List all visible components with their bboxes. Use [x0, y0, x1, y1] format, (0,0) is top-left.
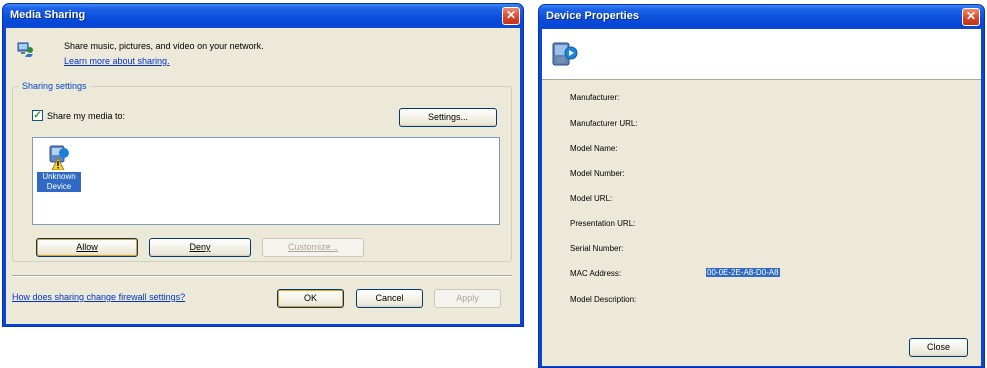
model-name-label: Model Name: [570, 144, 618, 153]
device-list[interactable]: Unknown Device [32, 137, 500, 225]
settings-button[interactable]: Settings... [399, 108, 497, 127]
sharing-settings-legend: Sharing settings [19, 81, 90, 91]
device-properties-close-button[interactable]: ✕ [962, 8, 980, 26]
close-button[interactable]: Close [909, 338, 968, 357]
model-description-label: Model Description: [570, 295, 637, 304]
customize-button-label: Customize... [287, 242, 338, 252]
allow-button[interactable]: Allow [36, 238, 138, 257]
model-number-label: Model Number: [570, 169, 625, 178]
apply-button: Apply [434, 289, 501, 308]
intro-text: Share music, pictures, and video on your… [64, 41, 264, 51]
learn-more-link[interactable]: Learn more about sharing. [64, 56, 170, 66]
close-icon: ✕ [505, 8, 517, 22]
deny-button[interactable]: Deny [149, 238, 251, 257]
checkmark-icon: ✓ [33, 110, 42, 121]
unknown-device-icon [47, 144, 71, 171]
serial-number-label: Serial Number: [570, 244, 624, 253]
presentation-url-label: Presentation URL: [570, 219, 636, 228]
media-sharing-close-button[interactable]: ✕ [502, 7, 520, 25]
customize-button: Customize... [262, 238, 364, 257]
cancel-button[interactable]: Cancel [356, 289, 423, 308]
device-name-label: Unknown Device [37, 172, 81, 192]
device-properties-titlebar[interactable]: Device Properties ✕ [539, 5, 984, 29]
mac-address-label: MAC Address: [570, 269, 622, 278]
firewall-settings-link[interactable]: How does sharing change firewall setting… [12, 292, 185, 302]
mac-address-value[interactable]: 00-0E-2E-A8-D0-A8 [706, 268, 780, 277]
share-media-label[interactable]: Share my media to: [47, 111, 125, 121]
close-icon: ✕ [965, 9, 977, 23]
device-name-line2: Device [46, 182, 72, 191]
media-sharing-window: Media Sharing ✕ Share music, pictures, a… [2, 3, 524, 327]
media-sharing-client: Share music, pictures, and video on your… [6, 28, 520, 324]
device-properties-title: Device Properties [546, 10, 639, 22]
media-device-icon [550, 40, 578, 70]
deny-button-label: Deny [189, 242, 211, 252]
device-name-line1: Unknown [42, 172, 76, 181]
device-properties-window: Device Properties ✕ Manufacturer: Manufa… [538, 4, 985, 368]
ok-button[interactable]: OK [277, 289, 344, 308]
manufacturer-url-label: Manufacturer URL: [570, 119, 638, 128]
sharing-settings-group: Sharing settings ✓ Share my media to: Se… [12, 81, 512, 262]
share-media-checkbox[interactable]: ✓ [32, 110, 43, 121]
network-share-icon [17, 41, 35, 59]
device-properties-client: Manufacturer: Manufacturer URL: Model Na… [542, 29, 981, 366]
divider [12, 275, 512, 277]
manufacturer-label: Manufacturer: [570, 93, 620, 102]
model-url-label: Model URL: [570, 194, 613, 203]
device-header-panel [542, 29, 981, 80]
media-sharing-titlebar[interactable]: Media Sharing ✕ [3, 4, 523, 28]
allow-button-label: Allow [76, 242, 98, 252]
media-sharing-title: Media Sharing [10, 9, 86, 21]
device-list-item[interactable]: Unknown Device [37, 144, 81, 200]
